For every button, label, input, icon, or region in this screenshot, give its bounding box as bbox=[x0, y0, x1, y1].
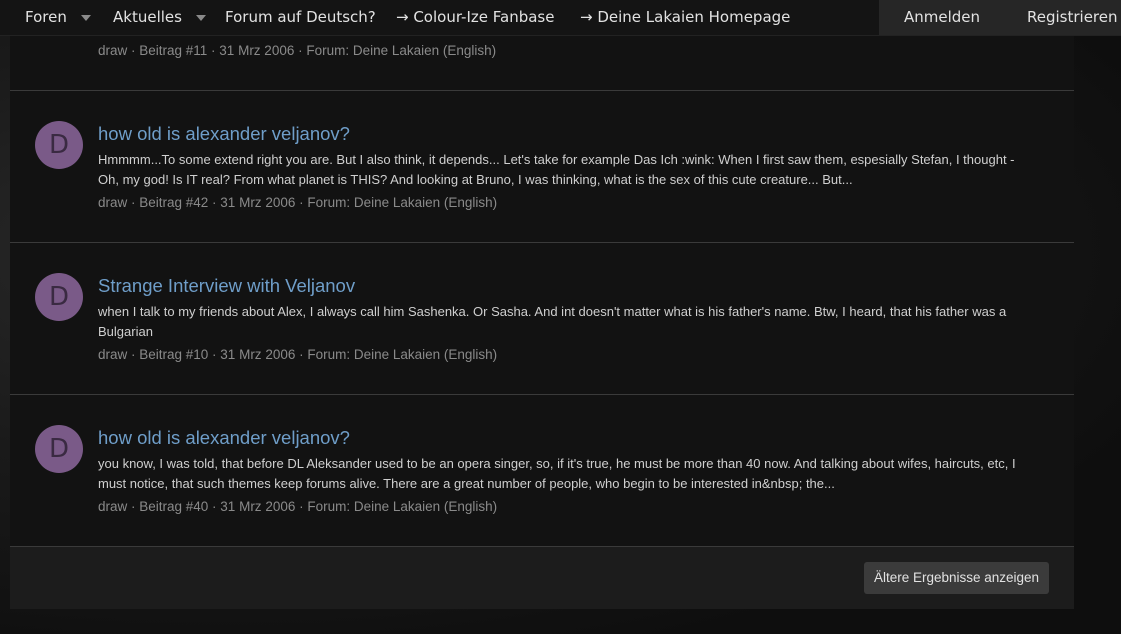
result-snippet: you know, I was told, that before DL Ale… bbox=[98, 456, 1016, 491]
result-snippet: when I talk to my friends about Alex, I … bbox=[98, 304, 1007, 339]
result-meta: draw · Beitrag #11 · 31 Mrz 2006 · Forum… bbox=[98, 43, 497, 58]
result-title-link[interactable]: how old is alexander veljanov? bbox=[98, 427, 350, 449]
avatar[interactable]: D bbox=[35, 121, 83, 169]
older-results-button[interactable]: Ältere Ergebnisse anzeigen bbox=[864, 562, 1049, 594]
result-title-link[interactable]: how old is alexander veljanov? bbox=[98, 123, 350, 145]
nav-item-aktuelles[interactable]: Aktuelles bbox=[113, 0, 206, 35]
register-link[interactable]: Registrieren bbox=[1027, 0, 1118, 35]
result-meta: draw · Beitrag #42 · 31 Mrz 2006 · Forum… bbox=[98, 195, 498, 210]
avatar-letter: D bbox=[48, 282, 70, 312]
divider bbox=[10, 90, 1074, 91]
avatar-letter: D bbox=[48, 434, 70, 464]
nav-item-label: Aktuelles bbox=[113, 8, 182, 26]
nav-item-colour-ize-fanbase[interactable]: → Colour-Ize Fanbase bbox=[396, 0, 554, 35]
nav-item-label: Foren bbox=[25, 8, 67, 26]
divider bbox=[10, 394, 1074, 395]
avatar[interactable]: D bbox=[35, 273, 83, 321]
result-title-link[interactable]: Strange Interview with Veljanov bbox=[98, 275, 355, 297]
divider bbox=[10, 242, 1074, 243]
result-snippet: Hmmmm...To some extend right you are. Bu… bbox=[98, 152, 1015, 187]
nav-item-forum-auf-deutsch[interactable]: Forum auf Deutsch? bbox=[225, 0, 376, 35]
chevron-down-icon[interactable] bbox=[80, 14, 91, 21]
result-meta: draw · Beitrag #10 · 31 Mrz 2006 · Forum… bbox=[98, 347, 498, 362]
top-navigation: Foren Aktuelles Forum auf Deutsch? → Col… bbox=[0, 0, 1121, 36]
result-meta: draw · Beitrag #40 · 31 Mrz 2006 · Forum… bbox=[98, 499, 498, 514]
chevron-down-icon[interactable] bbox=[195, 14, 206, 21]
avatar[interactable]: D bbox=[35, 425, 83, 473]
results-footer: Ältere Ergebnisse anzeigen bbox=[10, 547, 1074, 609]
nav-item-deine-lakaien-homepage[interactable]: → Deine Lakaien Homepage bbox=[580, 0, 790, 35]
avatar-letter: D bbox=[48, 130, 70, 160]
login-link[interactable]: Anmelden bbox=[904, 0, 980, 35]
nav-item-foren[interactable]: Foren bbox=[25, 0, 91, 35]
